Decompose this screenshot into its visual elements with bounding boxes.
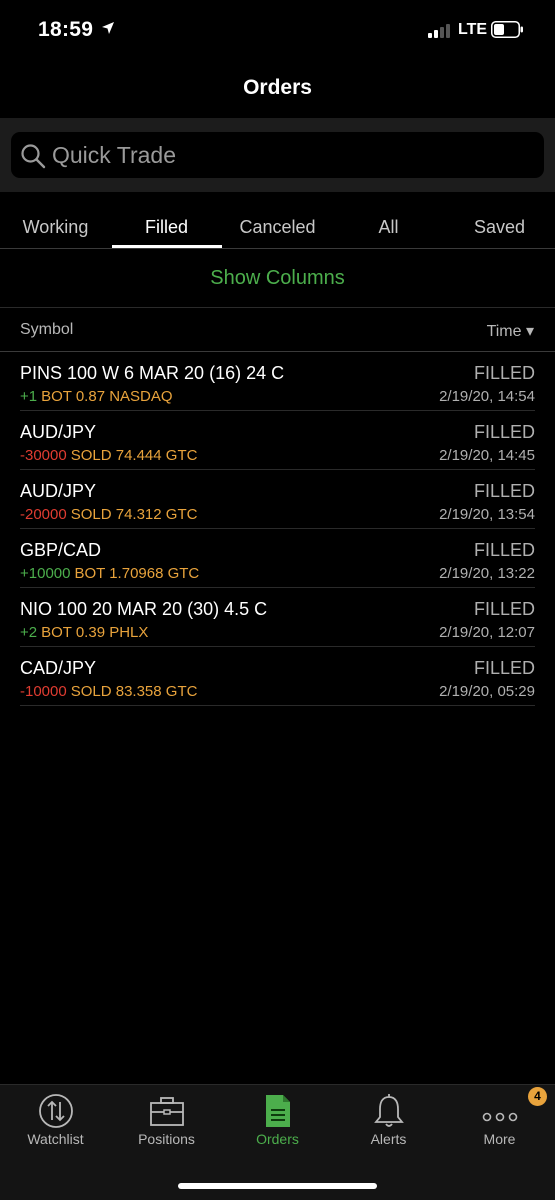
tab-saved[interactable]: Saved [444, 207, 555, 249]
more-dots-icon [482, 1112, 518, 1122]
status-bar: 18:59 LTE [0, 0, 555, 60]
show-columns-button[interactable]: Show Columns [0, 249, 555, 308]
tabbar-alerts[interactable]: Alerts [333, 1085, 444, 1155]
order-quantity: -10000 [20, 683, 67, 700]
search-bar [0, 118, 555, 192]
tabbar-label: Watchlist [27, 1131, 84, 1147]
carrier-label: LTE [458, 21, 488, 38]
tabbar-orders[interactable]: Orders [222, 1085, 333, 1155]
order-row[interactable]: CAD/JPY FILLED -10000 SOLD 83.358 GTC 2/1… [20, 647, 535, 706]
order-symbol: AUD/JPY [20, 481, 97, 501]
order-status: FILLED [473, 363, 535, 383]
order-info: BOT 0.39 PHLX [41, 624, 149, 641]
order-info: SOLD 74.444 GTC [70, 447, 198, 464]
order-quantity: -30000 [20, 447, 67, 464]
active-tab-indicator [112, 245, 222, 248]
order-status: FILLED [473, 599, 535, 619]
order-row[interactable]: PINS 100 W 6 MAR 20 (16) 24 C FILLED +1 B… [20, 352, 535, 411]
battery-icon [491, 21, 523, 38]
order-detail: -10000 SOLD 83.358 GTC [20, 683, 197, 700]
tabbar-positions[interactable]: Positions [111, 1085, 222, 1155]
order-detail: +10000 BOT 1.70968 GTC [20, 565, 199, 582]
order-symbol: NIO 100 20 MAR 20 (30) 4.5 C [20, 599, 268, 619]
order-detail: +2 BOT 0.39 PHLX [20, 624, 148, 641]
order-time: 2/19/20, 14:54 [439, 388, 535, 405]
order-symbol: AUD/JPY [20, 422, 97, 442]
column-header: Symbol Time ▾ [0, 308, 555, 352]
symbol-column-header[interactable]: Symbol [20, 321, 73, 339]
search-icon [21, 144, 46, 169]
order-quantity: +1 [20, 388, 38, 405]
order-time: 2/19/20, 14:45 [439, 447, 535, 464]
order-filter-tabs: Working Filled Canceled All Saved [0, 207, 555, 249]
time-column-sort[interactable]: Time ▾ [487, 321, 534, 341]
order-row[interactable]: NIO 100 20 MAR 20 (30) 4.5 C FILLED +2 BO… [20, 588, 535, 647]
order-time: 2/19/20, 13:22 [439, 565, 535, 582]
tab-filled[interactable]: Filled [111, 207, 222, 249]
orders-list: PINS 100 W 6 MAR 20 (16) 24 C FILLED +1 B… [20, 352, 535, 706]
order-info: BOT 0.87 NASDAQ [41, 388, 173, 405]
tabbar-label: Positions [138, 1131, 195, 1147]
order-detail: -20000 SOLD 74.312 GTC [20, 506, 197, 523]
order-status: FILLED [473, 658, 535, 678]
watchlist-icon [39, 1094, 73, 1128]
quick-trade-input[interactable] [52, 132, 522, 178]
document-icon [266, 1095, 290, 1127]
tabbar-watchlist[interactable]: Watchlist [0, 1085, 111, 1155]
order-symbol: PINS 100 W 6 MAR 20 (16) 24 C [20, 363, 285, 383]
more-badge: 4 [528, 1087, 547, 1106]
order-quantity: +2 [20, 624, 38, 641]
order-symbol: CAD/JPY [20, 658, 97, 678]
order-status: FILLED [473, 540, 535, 560]
order-status: FILLED [473, 422, 535, 442]
order-quantity: +10000 [20, 565, 71, 582]
tabbar-label: Alerts [370, 1131, 407, 1147]
order-row[interactable]: GBP/CAD FILLED +10000 BOT 1.70968 GTC 2/1… [20, 529, 535, 588]
order-row[interactable]: AUD/JPY FILLED -20000 SOLD 74.312 GTC 2/1… [20, 470, 535, 529]
status-time: 18:59 [38, 18, 94, 41]
order-time: 2/19/20, 12:07 [439, 624, 535, 641]
order-time: 2/19/20, 13:54 [439, 506, 535, 523]
order-detail: +1 BOT 0.87 NASDAQ [20, 388, 173, 405]
tabbar-label: Orders [256, 1131, 299, 1147]
location-arrow-icon [102, 22, 114, 34]
order-info: BOT 1.70968 GTC [74, 565, 200, 582]
page-title: Orders [243, 76, 312, 99]
tabbar-label: More [483, 1131, 516, 1147]
tab-all[interactable]: All [333, 207, 444, 249]
briefcase-icon [150, 1097, 184, 1126]
order-symbol: GBP/CAD [20, 540, 102, 560]
order-row[interactable]: AUD/JPY FILLED -30000 SOLD 74.444 GTC 2/1… [20, 411, 535, 470]
order-info: SOLD 83.358 GTC [70, 683, 198, 700]
bell-icon [374, 1094, 404, 1127]
order-info: SOLD 74.312 GTC [70, 506, 198, 523]
order-status: FILLED [473, 481, 535, 501]
home-indicator[interactable] [178, 1183, 377, 1189]
tab-working[interactable]: Working [0, 207, 111, 249]
order-time: 2/19/20, 05:29 [439, 683, 535, 700]
order-detail: -30000 SOLD 74.444 GTC [20, 447, 197, 464]
tab-canceled[interactable]: Canceled [222, 207, 333, 249]
cellular-signal-icon [428, 23, 454, 38]
order-quantity: -20000 [20, 506, 67, 523]
search-field[interactable] [11, 132, 544, 178]
